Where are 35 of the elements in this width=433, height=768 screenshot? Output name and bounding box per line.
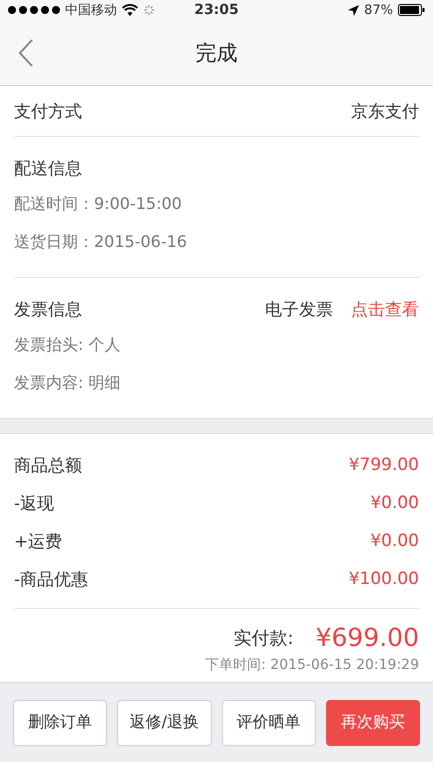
amount-label: +运费 [14, 530, 62, 552]
amount-value: ¥0.00 [370, 531, 419, 551]
delivery-title: 配送信息 [14, 158, 82, 180]
amount-label: 商品总额 [14, 454, 82, 476]
order-action-button[interactable]: 删除订单 [13, 700, 108, 746]
amount-value: ¥799.00 [348, 455, 419, 475]
amount-label: -商品优惠 [14, 568, 88, 590]
delivery-info: 送货日期：2015-06-16 [14, 232, 187, 252]
order-action-button[interactable]: 返修/退换 [117, 700, 212, 746]
location-arrow-icon [348, 4, 360, 16]
signal-icon [8, 6, 60, 14]
invoice-info: 发票内容: 明细 [14, 372, 120, 394]
total-label: 实付款: [234, 626, 294, 650]
order-action-button[interactable]: 评价晒单 [222, 700, 316, 746]
amount-value: ¥0.00 [370, 493, 419, 513]
payment-value: 京东支付 [351, 100, 419, 122]
page-title: 完成 [196, 40, 238, 66]
clock-time: 23:05 [194, 2, 239, 18]
view-invoice-link[interactable]: 点击查看 [351, 298, 419, 320]
buy-again-button[interactable]: 再次购买 [326, 700, 420, 746]
delivery-info: 配送时间：9:00-15:00 [14, 194, 182, 214]
payment-label: 支付方式 [14, 100, 82, 122]
invoice-info: 发票抬头: 个人 [14, 334, 120, 356]
order-time: 下单时间: 2015-06-15 20:19:29 [205, 656, 419, 674]
amount-value: ¥100.00 [348, 569, 419, 589]
amount-label: -返现 [14, 492, 54, 514]
carrier-name: 中国移动 [65, 2, 117, 19]
spinner-icon [143, 4, 155, 16]
total-value: ¥699.00 [316, 623, 419, 652]
invoice-type: 电子发票 [265, 298, 333, 320]
wifi-icon [122, 4, 138, 16]
back-icon[interactable] [18, 38, 34, 66]
invoice-title: 发票信息 [14, 298, 82, 320]
battery-percent: 87% [364, 2, 393, 18]
battery-icon [398, 4, 425, 16]
